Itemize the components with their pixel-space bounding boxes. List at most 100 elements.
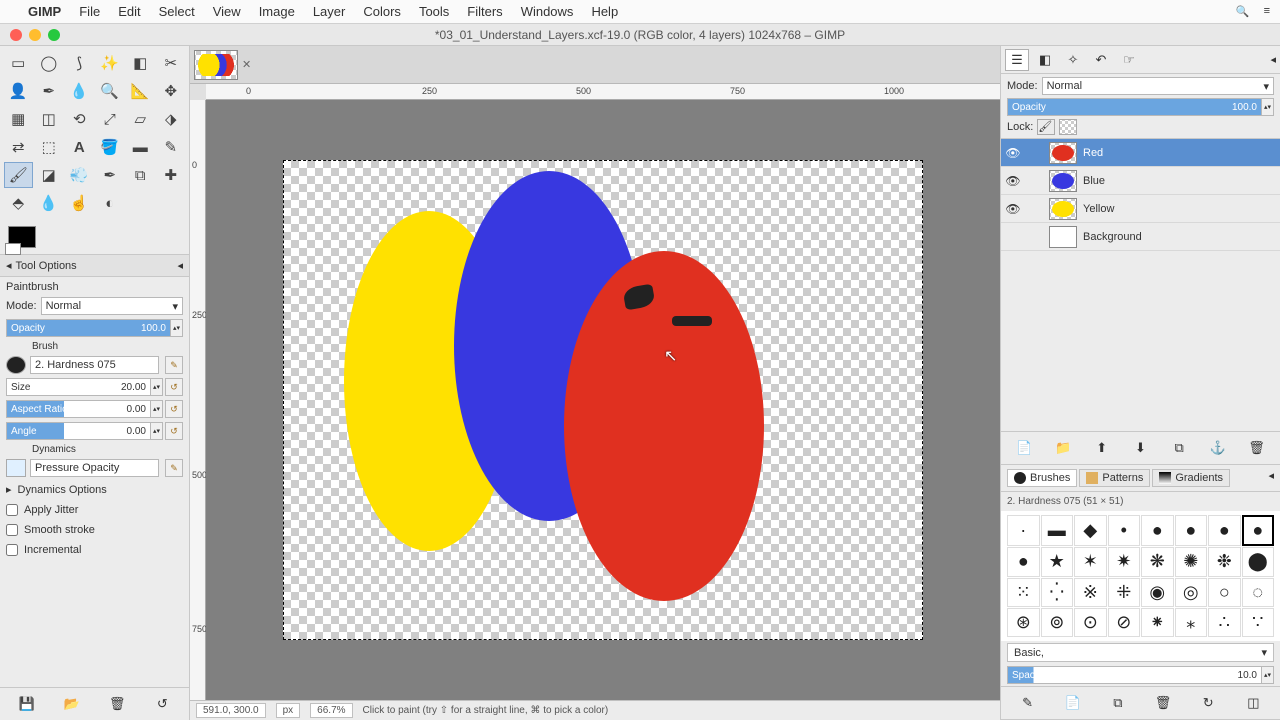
brush-item[interactable]: ◎: [1175, 578, 1208, 607]
tool-ink[interactable]: ✒: [96, 162, 125, 188]
tool-pencil[interactable]: ✎: [157, 134, 186, 160]
brush-item[interactable]: ※: [1074, 578, 1107, 607]
tool-text[interactable]: A: [65, 134, 94, 160]
size-spinner[interactable]: ▴▾: [151, 378, 163, 396]
horizontal-ruler[interactable]: 0 250 500 750 1000: [206, 84, 1000, 100]
size-input[interactable]: Size20.00: [6, 378, 151, 396]
brush-item[interactable]: ⬤: [1242, 547, 1275, 576]
brush-item[interactable]: ●: [1175, 515, 1208, 546]
tool-crop[interactable]: ◫: [35, 106, 64, 132]
tool-clone[interactable]: ⧉: [126, 162, 155, 188]
menu-layer[interactable]: Layer: [313, 4, 346, 19]
brush-item[interactable]: ⊚: [1041, 608, 1074, 637]
layer-opacity-spinner[interactable]: ▴▾: [1262, 98, 1274, 116]
spotlight-icon[interactable]: 🔍: [1236, 5, 1250, 18]
tool-paths[interactable]: ✒: [35, 78, 64, 104]
tool-rect-select[interactable]: ▭: [4, 50, 33, 76]
tool-cage[interactable]: ⬚: [35, 134, 64, 160]
tool-paintbrush[interactable]: 🖌: [4, 162, 33, 188]
layer-row-blue[interactable]: 👁 Blue: [1001, 167, 1280, 195]
edit-brush-icon[interactable]: ✎: [1018, 693, 1038, 713]
tool-heal[interactable]: ✚: [157, 162, 186, 188]
menu-colors[interactable]: Colors: [363, 4, 401, 19]
menu-tools[interactable]: Tools: [419, 4, 449, 19]
tool-dodge[interactable]: ◐: [96, 190, 125, 216]
brush-name-field[interactable]: Basic,▾: [1007, 643, 1274, 662]
brush-item[interactable]: ◉: [1141, 578, 1174, 607]
image-tab-thumbnail[interactable]: [194, 50, 238, 80]
layer-row-red[interactable]: 👁 Red: [1001, 139, 1280, 167]
new-brush-icon[interactable]: 📄: [1063, 693, 1083, 713]
brush-dropdown[interactable]: 2. Hardness 075: [30, 356, 159, 374]
brush-item[interactable]: ▬: [1041, 515, 1074, 546]
tool-blur[interactable]: 💧: [35, 190, 64, 216]
visibility-toggle-icon[interactable]: 👁: [1005, 146, 1021, 160]
brush-item[interactable]: ∵: [1242, 608, 1275, 637]
minimize-window-button[interactable]: [29, 29, 41, 41]
spacing-spinner[interactable]: ▴▾: [1262, 666, 1274, 684]
tool-airbrush[interactable]: 💨: [65, 162, 94, 188]
smooth-stroke-checkbox[interactable]: [6, 524, 18, 536]
mode-dropdown[interactable]: Normal▾: [41, 297, 183, 315]
raise-layer-icon[interactable]: ⬆: [1092, 438, 1112, 458]
new-layer-icon[interactable]: 📄: [1014, 438, 1034, 458]
opacity-slider[interactable]: Opacity100.0: [6, 319, 171, 337]
brush-item[interactable]: ⁕: [1141, 608, 1174, 637]
tool-free-select[interactable]: ⟆: [65, 50, 94, 76]
brush-item[interactable]: ·: [1007, 515, 1040, 546]
channels-tab-icon[interactable]: ◧: [1033, 49, 1057, 71]
restore-options-icon[interactable]: 📂: [62, 694, 82, 714]
brush-item[interactable]: ∴: [1208, 608, 1241, 637]
brush-item[interactable]: ●: [1007, 547, 1040, 576]
close-tab-icon[interactable]: ✕: [242, 58, 251, 71]
tool-move[interactable]: ✥: [157, 78, 186, 104]
brush-grid[interactable]: · ▬ ◆ • ● ● ● ● ● ★ ✶ ✷ ❋ ✺ ❉ ⬤ ⁙ ⁛ ※ ⁜ …: [1001, 511, 1280, 641]
undo-tab-icon[interactable]: ↶: [1089, 49, 1113, 71]
menu-help[interactable]: Help: [591, 4, 618, 19]
tool-scale[interactable]: ⤢: [96, 106, 125, 132]
brush-item[interactable]: ⁜: [1108, 578, 1141, 607]
layer-row-yellow[interactable]: 👁 Yellow: [1001, 195, 1280, 223]
angle-slider[interactable]: Angle0.00: [6, 422, 151, 440]
brush-item[interactable]: ○: [1208, 578, 1241, 607]
brush-item[interactable]: ●: [1141, 515, 1174, 546]
tool-measure[interactable]: 📐: [126, 78, 155, 104]
tool-ellipse-select[interactable]: ◯: [35, 50, 64, 76]
brush-item[interactable]: ◌: [1242, 578, 1275, 607]
zoom-window-button[interactable]: [48, 29, 60, 41]
tool-perspective-clone[interactable]: ⬘: [4, 190, 33, 216]
menu-image[interactable]: Image: [259, 4, 295, 19]
canvas-viewport[interactable]: ↖: [206, 100, 1000, 700]
dynamics-options-expander[interactable]: ▸Dynamics Options: [6, 481, 183, 498]
brush-item[interactable]: ●: [1208, 515, 1241, 546]
canvas[interactable]: ↖: [283, 160, 923, 640]
delete-layer-icon[interactable]: 🗑: [1247, 438, 1267, 458]
opacity-spinner[interactable]: ▴▾: [171, 319, 183, 337]
tool-perspective[interactable]: ⬗: [157, 106, 186, 132]
close-window-button[interactable]: [10, 29, 22, 41]
menu-file[interactable]: File: [79, 4, 100, 19]
menu-select[interactable]: Select: [159, 4, 195, 19]
brush-edit-icon[interactable]: ✎: [165, 356, 183, 374]
anchor-layer-icon[interactable]: ⚓: [1208, 438, 1228, 458]
zoom-selector[interactable]: 66.7%: [310, 703, 352, 718]
foreground-color[interactable]: [8, 226, 36, 248]
brush-item[interactable]: ●: [1242, 515, 1275, 546]
brush-item[interactable]: ⊛: [1007, 608, 1040, 637]
tool-bucket[interactable]: 🪣: [96, 134, 125, 160]
brush-item[interactable]: •: [1108, 515, 1141, 546]
menu-extras-icon[interactable]: ≡: [1264, 5, 1270, 18]
layer-name[interactable]: Red: [1083, 147, 1103, 159]
save-options-icon[interactable]: 💾: [17, 694, 37, 714]
lower-layer-icon[interactable]: ⬇: [1130, 438, 1150, 458]
menu-edit[interactable]: Edit: [118, 4, 140, 19]
menu-filters[interactable]: Filters: [467, 4, 502, 19]
open-as-image-icon[interactable]: ◫: [1243, 693, 1263, 713]
tool-scissors[interactable]: ✂: [157, 50, 186, 76]
aspect-reset-icon[interactable]: ↺: [165, 400, 183, 418]
layer-mode-dropdown[interactable]: Normal▾: [1042, 77, 1274, 95]
lock-alpha-icon[interactable]: [1059, 119, 1077, 135]
apply-jitter-checkbox[interactable]: [6, 504, 18, 516]
layer-row-background[interactable]: Background: [1001, 223, 1280, 251]
brush-item[interactable]: ✺: [1175, 547, 1208, 576]
